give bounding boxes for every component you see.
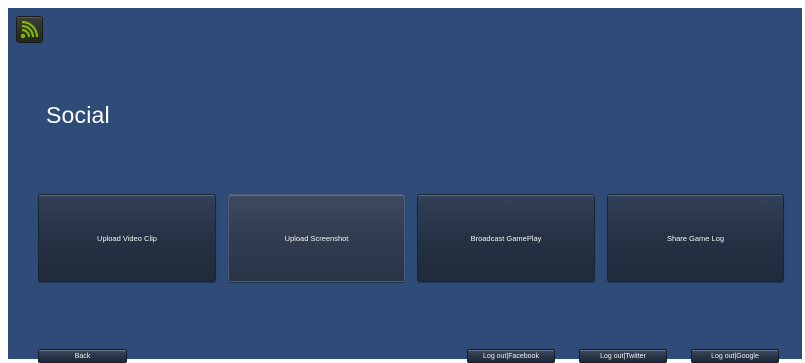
logout-google-button[interactable]: Log out|Google	[691, 349, 779, 363]
signal-broadcast-icon	[16, 16, 43, 43]
back-button[interactable]: Back	[38, 349, 127, 363]
share-game-log-button[interactable]: Share Game Log	[607, 194, 784, 282]
social-screen: Social Upload Video Clip Upload Screensh…	[8, 8, 802, 363]
logout-twitter-button[interactable]: Log out|Twitter	[579, 349, 667, 363]
upload-screenshot-button[interactable]: Upload Screenshot	[228, 194, 405, 282]
upload-video-clip-button[interactable]: Upload Video Clip	[38, 194, 216, 282]
logout-facebook-button[interactable]: Log out|Facebook	[467, 349, 555, 363]
broadcast-gameplay-button[interactable]: Broadcast GamePlay	[417, 194, 595, 282]
page-title: Social	[46, 102, 110, 128]
